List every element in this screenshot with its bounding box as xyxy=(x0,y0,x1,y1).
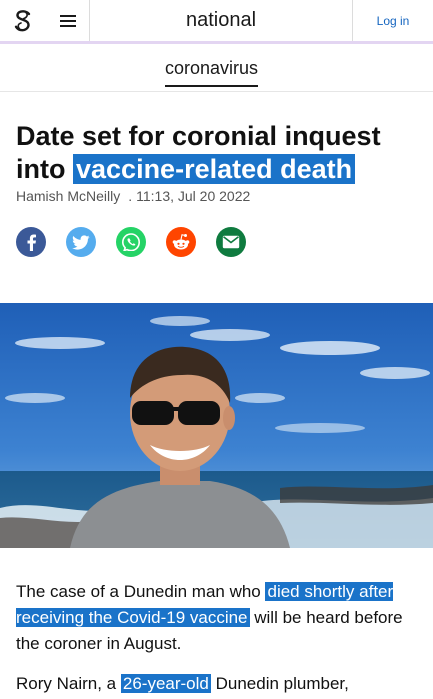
reddit-icon xyxy=(172,234,190,250)
twitter-icon xyxy=(72,234,90,250)
paragraph-text: The case of a Dunedin man who xyxy=(16,582,266,601)
facebook-icon xyxy=(27,234,36,251)
share-buttons xyxy=(16,227,266,257)
whatsapp-icon xyxy=(122,233,140,251)
share-twitter-button[interactable] xyxy=(66,227,96,257)
article-hero-image xyxy=(0,303,433,548)
topic-bar: coronavirus xyxy=(0,44,433,92)
section-title[interactable]: national xyxy=(90,0,352,41)
share-email-button[interactable] xyxy=(216,227,246,257)
share-reddit-button[interactable] xyxy=(166,227,196,257)
author-name[interactable]: Hamish McNeilly xyxy=(16,188,120,204)
topic-tab-coronavirus[interactable]: coronavirus xyxy=(165,58,259,87)
top-navigation-bar: national Log in xyxy=(0,0,433,44)
article-headline: Date set for coronial inquest into vacci… xyxy=(16,120,426,186)
hamburger-menu-icon xyxy=(59,14,76,27)
paragraph-text: Dunedin plumber, xyxy=(210,674,349,693)
article-paragraph-1: The case of a Dunedin man who died short… xyxy=(16,579,416,657)
publish-timestamp: 11:13, Jul 20 2022 xyxy=(136,188,251,204)
byline: Hamish McNeilly. 11:13, Jul 20 2022 xyxy=(16,188,250,204)
paragraph-text: Rory Nairn, a xyxy=(16,674,121,693)
login-link[interactable]: Log in xyxy=(352,0,433,41)
highlighted-text: 26-year-old xyxy=(120,674,211,693)
site-logo[interactable] xyxy=(0,0,46,41)
share-whatsapp-button[interactable] xyxy=(116,227,146,257)
menu-button[interactable] xyxy=(46,0,90,41)
share-facebook-button[interactable] xyxy=(16,227,46,257)
stuff-s-logo-icon xyxy=(14,9,31,31)
byline-separator: . xyxy=(128,188,133,204)
article-paragraph-2: Rory Nairn, a 26-year-old Dunedin plumbe… xyxy=(16,671,416,697)
headline-highlighted-text: vaccine-related death xyxy=(73,154,356,184)
email-icon xyxy=(222,235,240,249)
